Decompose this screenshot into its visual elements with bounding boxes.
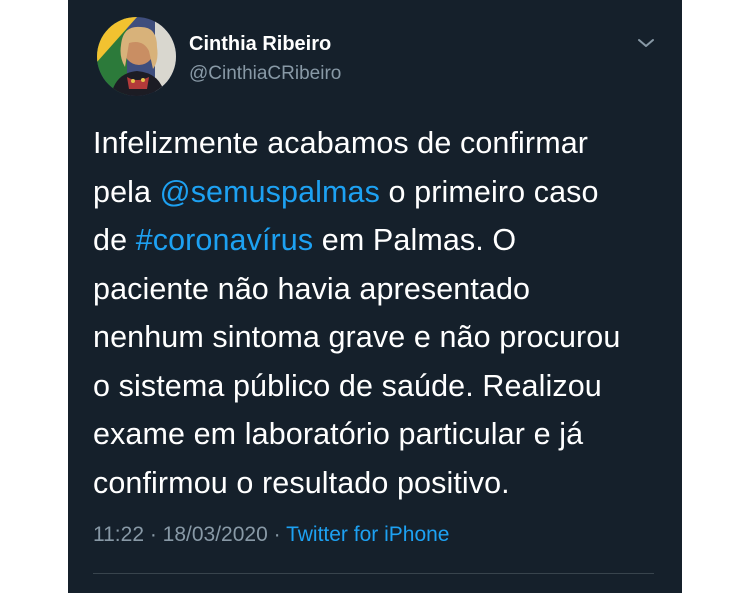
tweet-text-segment: o primeiro caso <box>379 174 599 209</box>
tweet-text-line: confirmou o resultado positivo. <box>93 459 668 508</box>
tweet-text-line: nenhum sintoma grave e não procurou <box>93 313 668 362</box>
tweet-text-segment: exame em laboratório particular e já <box>93 417 584 451</box>
tweet-date[interactable]: 18/03/2020 <box>163 523 268 546</box>
meta-separator: · <box>144 523 163 546</box>
tweet-text-segment: Infelizmente acabamos de confirmar <box>93 126 589 160</box>
tweet-text-segment: o sistema público de saúde. Realizou <box>93 368 602 403</box>
tweet-text-line: Infelizmente acabamos de confirmar <box>93 119 668 168</box>
tweet-text-segment: pela <box>93 174 160 209</box>
tweet-source-link[interactable]: Twitter for iPhone <box>286 523 449 546</box>
author-handle[interactable]: @CinthiaCRibeiro <box>189 63 341 85</box>
meta-separator: · <box>267 523 287 546</box>
tweet-text-line: exame em laboratório particular e já <box>93 410 668 459</box>
author-display-name[interactable]: Cinthia Ribeiro <box>189 33 331 56</box>
tweet-text-line: paciente não havia apresentado <box>93 265 668 314</box>
tweet-text-segment: confirmou o resultado positivo. <box>93 465 510 500</box>
hashtag-link[interactable]: #coronavírus <box>136 223 314 257</box>
avatar[interactable] <box>97 17 176 96</box>
mention-link[interactable]: @semuspalmas <box>160 175 380 209</box>
screenshot-canvas: Cinthia Ribeiro @CinthiaCRibeiro Infeliz… <box>0 0 750 593</box>
tweet-text-segment: em Palmas. O <box>313 223 517 257</box>
avatar-photo <box>97 17 176 96</box>
chevron-down-icon[interactable] <box>634 33 658 53</box>
tweet-text-line: o sistema público de saúde. Realizou <box>93 362 668 411</box>
tweet-text-line: de #coronavírus em Palmas. O <box>93 216 668 265</box>
tweet-text-segment: de <box>93 223 136 257</box>
tweet-time[interactable]: 11:22 <box>93 523 144 546</box>
tweet-text: Infelizmente acabamos de confirmar pela @… <box>93 119 668 507</box>
divider <box>93 573 654 574</box>
tweet-card: Cinthia Ribeiro @CinthiaCRibeiro Infeliz… <box>68 0 682 593</box>
tweet-text-segment: paciente não havia apresentado <box>93 271 531 306</box>
tweet-text-segment: nenhum sintoma grave e não procurou <box>93 320 621 354</box>
tweet-meta: 11:22 · 18/03/2020 · Twitter for iPhone <box>93 523 449 547</box>
tweet-text-line: pela @semuspalmas o primeiro caso <box>93 168 668 217</box>
